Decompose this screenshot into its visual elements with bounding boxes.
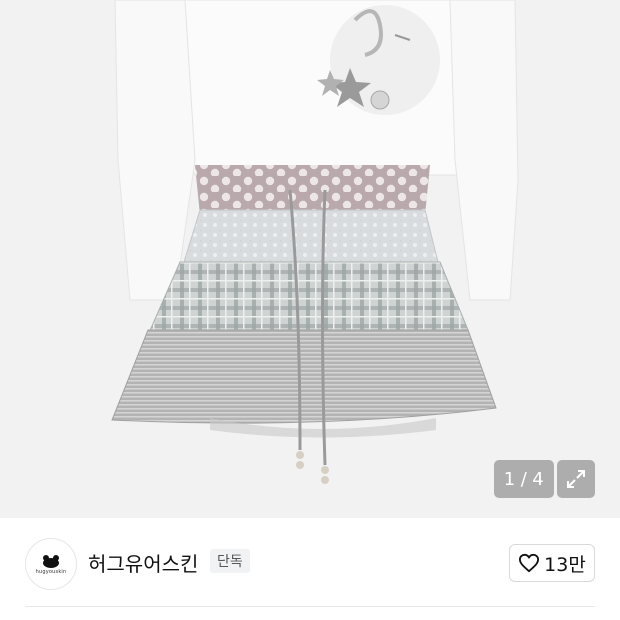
like-button[interactable]: 13만 xyxy=(509,544,595,582)
section-divider xyxy=(25,606,595,607)
exclusive-badge: 단독 xyxy=(210,549,250,573)
image-pager: 1 / 4 xyxy=(494,460,554,498)
brand-logo[interactable]: hugyouskin xyxy=(25,538,77,590)
logo-text: hugyouskin xyxy=(35,568,67,575)
product-photo xyxy=(0,0,620,518)
expand-button[interactable] xyxy=(557,460,595,498)
brand-bar: hugyouskin 허그유어스킨 단독 13만 xyxy=(0,518,620,608)
brand-name[interactable]: 허그유어스킨 xyxy=(88,548,198,577)
expand-icon xyxy=(567,470,585,488)
like-count: 13만 xyxy=(544,553,586,576)
heart-icon xyxy=(519,553,540,573)
pager-total: 4 xyxy=(532,468,545,490)
pager-separator: / xyxy=(520,468,528,490)
pager-current: 1 xyxy=(503,468,516,490)
product-image[interactable]: 1 / 4 xyxy=(0,0,620,518)
bear-logo-icon xyxy=(43,554,59,568)
